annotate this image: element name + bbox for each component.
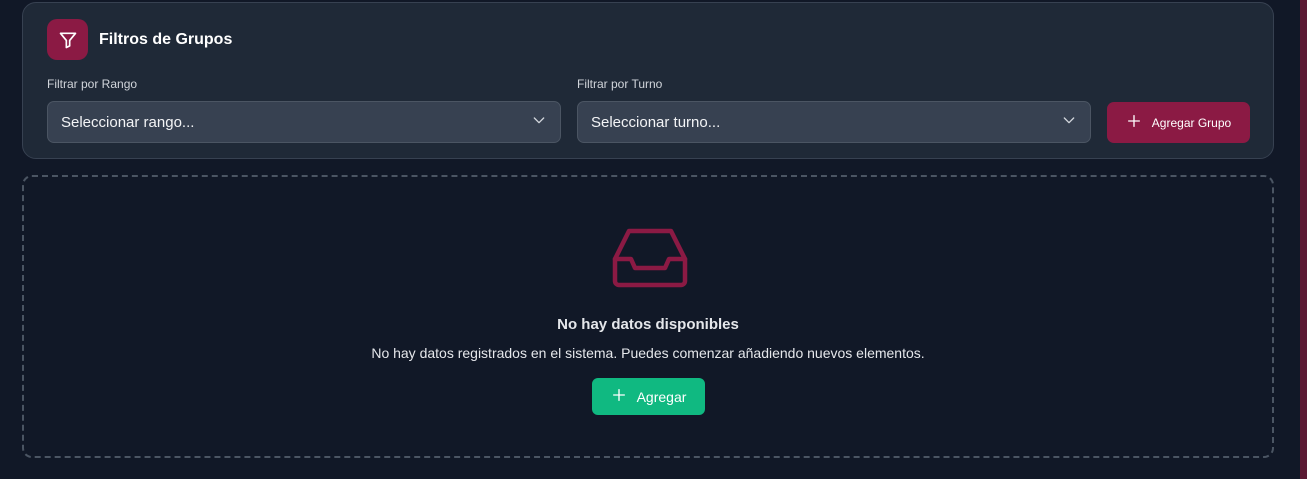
add-group-button[interactable]: Agregar Grupo xyxy=(1107,102,1250,143)
rango-label: Filtrar por Rango xyxy=(47,77,138,91)
turno-label: Filtrar por Turno xyxy=(577,77,663,91)
plus-icon xyxy=(1126,113,1142,132)
add-button-label: Agregar xyxy=(636,388,687,405)
chevron-down-icon xyxy=(1061,112,1077,132)
add-group-button-label: Agregar Grupo xyxy=(1151,115,1232,130)
add-button[interactable]: Agregar xyxy=(592,378,705,415)
turno-select[interactable]: Seleccionar turno... xyxy=(577,101,1091,143)
empty-state-title: No hay datos disponibles xyxy=(557,316,739,333)
filter-icon xyxy=(47,19,88,60)
empty-state: No hay datos disponibles No hay datos re… xyxy=(22,175,1274,458)
filters-title: Filtros de Grupos xyxy=(99,31,233,48)
empty-state-description: No hay datos registrados en el sistema. … xyxy=(371,345,925,361)
rango-select-value: Seleccionar rango... xyxy=(61,113,195,131)
filters-card: Filtros de Grupos Filtrar por Rango Sele… xyxy=(22,2,1274,159)
inbox-icon xyxy=(611,227,689,294)
plus-icon xyxy=(611,387,627,406)
scrollbar-edge xyxy=(1300,0,1307,479)
rango-select[interactable]: Seleccionar rango... xyxy=(47,101,561,143)
chevron-down-icon xyxy=(531,112,547,132)
turno-select-value: Seleccionar turno... xyxy=(591,113,721,131)
